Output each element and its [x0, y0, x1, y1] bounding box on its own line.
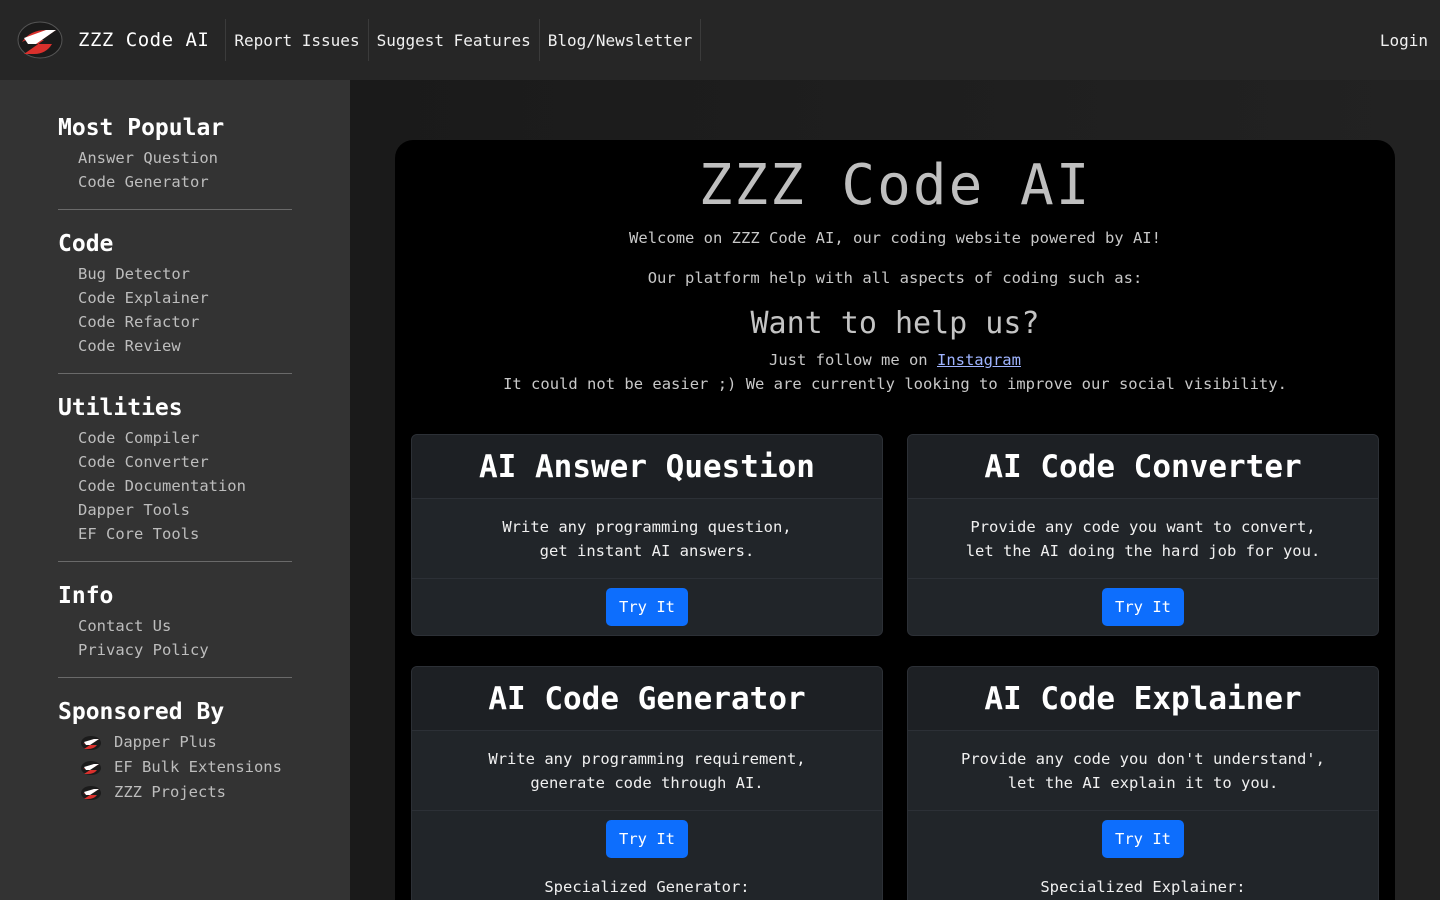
sidebar-item-code-generator[interactable]: Code Generator: [58, 170, 292, 194]
main-content: ZZZ Code AI Welcome on ZZZ Code AI, our …: [350, 80, 1440, 900]
sponsor-dapper-plus[interactable]: Dapper Plus: [58, 730, 292, 755]
follow-prefix: Just follow me on: [769, 351, 928, 369]
card-footer: Try It: [908, 811, 1378, 867]
sponsor-zzz-projects[interactable]: ZZZ Projects: [58, 780, 292, 805]
card-description: Write any programming requirement, gener…: [412, 731, 882, 811]
help-title: Want to help us?: [750, 306, 1040, 341]
welcome-text: Welcome on ZZZ Code AI, our coding websi…: [629, 229, 1161, 247]
try-it-button[interactable]: Try It: [1102, 820, 1184, 858]
section-title: Info: [58, 583, 114, 609]
card-code-converter: AI Code Converter Provide any code you w…: [907, 434, 1379, 636]
page-title: ZZZ Code AI: [698, 153, 1092, 218]
sidebar-item-dapper-tools[interactable]: Dapper Tools: [58, 498, 292, 522]
zzz-logo-icon: [81, 785, 101, 800]
card-title: AI Code Generator: [412, 667, 882, 731]
card-answer-question: AI Answer Question Write any programming…: [411, 434, 883, 636]
section-title: Sponsored By: [58, 699, 225, 725]
card-title: AI Code Explainer: [908, 667, 1378, 731]
brand-name: ZZZ Code AI: [78, 29, 210, 51]
card-code-generator: AI Code Generator Write any programming …: [411, 666, 883, 900]
nav-report-issues[interactable]: Report Issues: [225, 19, 367, 61]
card-code-explainer: AI Code Explainer Provide any code you d…: [907, 666, 1379, 900]
card-description: Write any programming question, get inst…: [412, 499, 882, 579]
section-title: Code: [58, 231, 114, 257]
sidebar-item-code-documentation[interactable]: Code Documentation: [58, 474, 292, 498]
sidebar-item-code-explainer[interactable]: Code Explainer: [58, 286, 292, 310]
top-navbar: ZZZ Code AI Report Issues Suggest Featur…: [0, 0, 1440, 80]
nav-suggest-features[interactable]: Suggest Features: [367, 19, 539, 61]
card-line: Provide any code you want to convert,: [970, 517, 1316, 536]
sidebar-item-code-refactor[interactable]: Code Refactor: [58, 310, 292, 334]
platform-text: Our platform help with all aspects of co…: [647, 269, 1143, 287]
card-title: AI Answer Question: [412, 435, 882, 499]
card-footer: Try It: [412, 579, 882, 635]
sidebar-item-contact-us[interactable]: Contact Us: [58, 614, 292, 638]
card-line: get instant AI answers.: [539, 541, 755, 560]
sidebar-section-info: Info Contact Us Privacy Policy: [58, 582, 292, 678]
card-line: generate code through AI.: [530, 773, 764, 792]
section-title: Most Popular: [58, 115, 225, 141]
specialized-label: Specialized Explainer:: [1040, 878, 1246, 896]
card-title: AI Code Converter: [908, 435, 1378, 499]
login-link[interactable]: Login: [1380, 0, 1428, 80]
sidebar-item-code-compiler[interactable]: Code Compiler: [58, 426, 292, 450]
card-line: let the AI explain it to you.: [1007, 773, 1279, 792]
instagram-link[interactable]: Instagram: [937, 351, 1021, 369]
hero-panel: ZZZ Code AI Welcome on ZZZ Code AI, our …: [395, 140, 1395, 900]
sidebar-item-bug-detector[interactable]: Bug Detector: [58, 262, 292, 286]
card-line: Write any programming requirement,: [488, 749, 806, 768]
try-it-button[interactable]: Try It: [606, 820, 688, 858]
sidebar-section-code: Code Bug Detector Code Explainer Code Re…: [58, 230, 292, 374]
card-description: Provide any code you don't understand', …: [908, 731, 1378, 811]
sidebar-section-most-popular: Most Popular Answer Question Code Genera…: [58, 114, 292, 210]
zzz-logo-icon: [17, 21, 63, 59]
card-line: Provide any code you don't understand',: [961, 749, 1325, 768]
card-footer: Try It: [412, 811, 882, 867]
card-line: let the AI doing the hard job for you.: [965, 541, 1321, 560]
try-it-button[interactable]: Try It: [606, 588, 688, 626]
sidebar-section-sponsored: Sponsored By Dapper Plus EF Bulk Extensi…: [58, 698, 292, 820]
nav-links: Report Issues Suggest Features Blog/News…: [225, 19, 702, 61]
sidebar: Most Popular Answer Question Code Genera…: [0, 80, 350, 900]
sponsor-label: EF Bulk Extensions: [114, 758, 282, 776]
easier-text: It could not be easier ;) We are current…: [503, 375, 1287, 393]
sidebar-item-privacy-policy[interactable]: Privacy Policy: [58, 638, 292, 662]
sidebar-item-answer-question[interactable]: Answer Question: [58, 146, 292, 170]
sidebar-section-utilities: Utilities Code Compiler Code Converter C…: [58, 394, 292, 562]
sidebar-item-code-converter[interactable]: Code Converter: [58, 450, 292, 474]
card-footer: Try It: [908, 579, 1378, 635]
card-line: Write any programming question,: [502, 517, 792, 536]
sidebar-item-ef-core-tools[interactable]: EF Core Tools: [58, 522, 292, 546]
zzz-logo-icon: [81, 735, 101, 750]
specialized-label: Specialized Generator:: [544, 878, 750, 896]
section-title: Utilities: [58, 395, 183, 421]
sponsor-label: Dapper Plus: [114, 733, 217, 751]
sidebar-item-code-review[interactable]: Code Review: [58, 334, 292, 358]
follow-text: Just follow me on Instagram: [395, 348, 1395, 372]
try-it-button[interactable]: Try It: [1102, 588, 1184, 626]
sponsor-label: ZZZ Projects: [114, 783, 226, 801]
brand[interactable]: ZZZ Code AI: [0, 0, 225, 80]
sponsor-ef-bulk-extensions[interactable]: EF Bulk Extensions: [58, 755, 292, 780]
nav-blog-newsletter[interactable]: Blog/Newsletter: [538, 19, 702, 61]
card-description: Provide any code you want to convert, le…: [908, 499, 1378, 579]
zzz-logo-icon: [81, 760, 101, 775]
